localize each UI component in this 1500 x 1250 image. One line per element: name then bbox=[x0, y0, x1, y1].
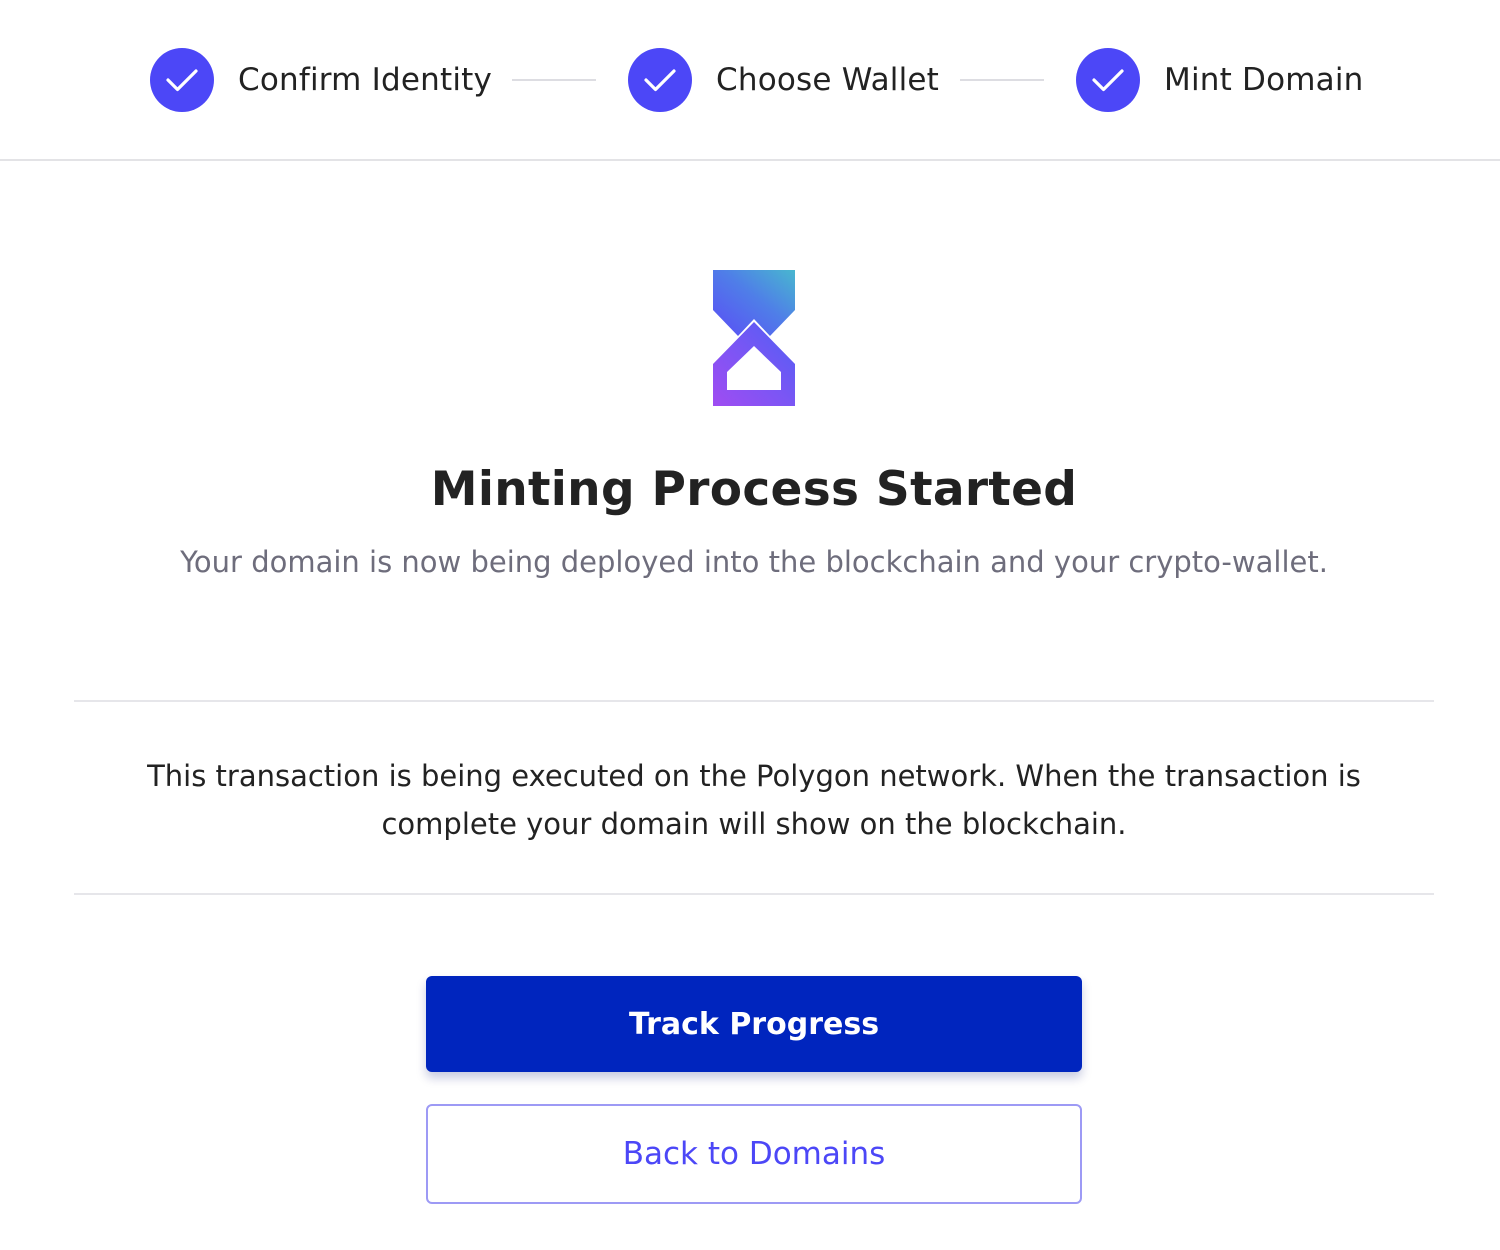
step-label: Choose Wallet bbox=[716, 62, 940, 98]
divider bbox=[74, 893, 1434, 895]
check-icon bbox=[1076, 48, 1140, 112]
page-subtitle: Your domain is now being deployed into t… bbox=[180, 545, 1328, 579]
transaction-info: This transaction is being executed on th… bbox=[147, 759, 1361, 841]
page-title: Minting Process Started bbox=[430, 462, 1078, 517]
step-label: Mint Domain bbox=[1164, 62, 1364, 98]
progress-stepper: Confirm Identity Choose Wallet Mint Doma… bbox=[0, 0, 1500, 161]
hourglass-icon bbox=[713, 270, 795, 406]
back-to-domains-button[interactable]: Back to Domains bbox=[426, 1104, 1082, 1204]
step-connector bbox=[512, 79, 596, 81]
step-choose-wallet: Choose Wallet bbox=[628, 48, 939, 112]
step-label: Confirm Identity bbox=[238, 62, 493, 98]
check-icon bbox=[628, 48, 692, 112]
step-confirm-identity: Confirm Identity bbox=[150, 48, 492, 112]
divider bbox=[74, 700, 1434, 702]
track-progress-button[interactable]: Track Progress bbox=[426, 976, 1082, 1072]
check-icon bbox=[150, 48, 214, 112]
mint-domain-page: Confirm Identity Choose Wallet Mint Doma… bbox=[0, 0, 1500, 1250]
step-mint-domain: Mint Domain bbox=[1076, 48, 1364, 112]
step-connector bbox=[960, 79, 1044, 81]
